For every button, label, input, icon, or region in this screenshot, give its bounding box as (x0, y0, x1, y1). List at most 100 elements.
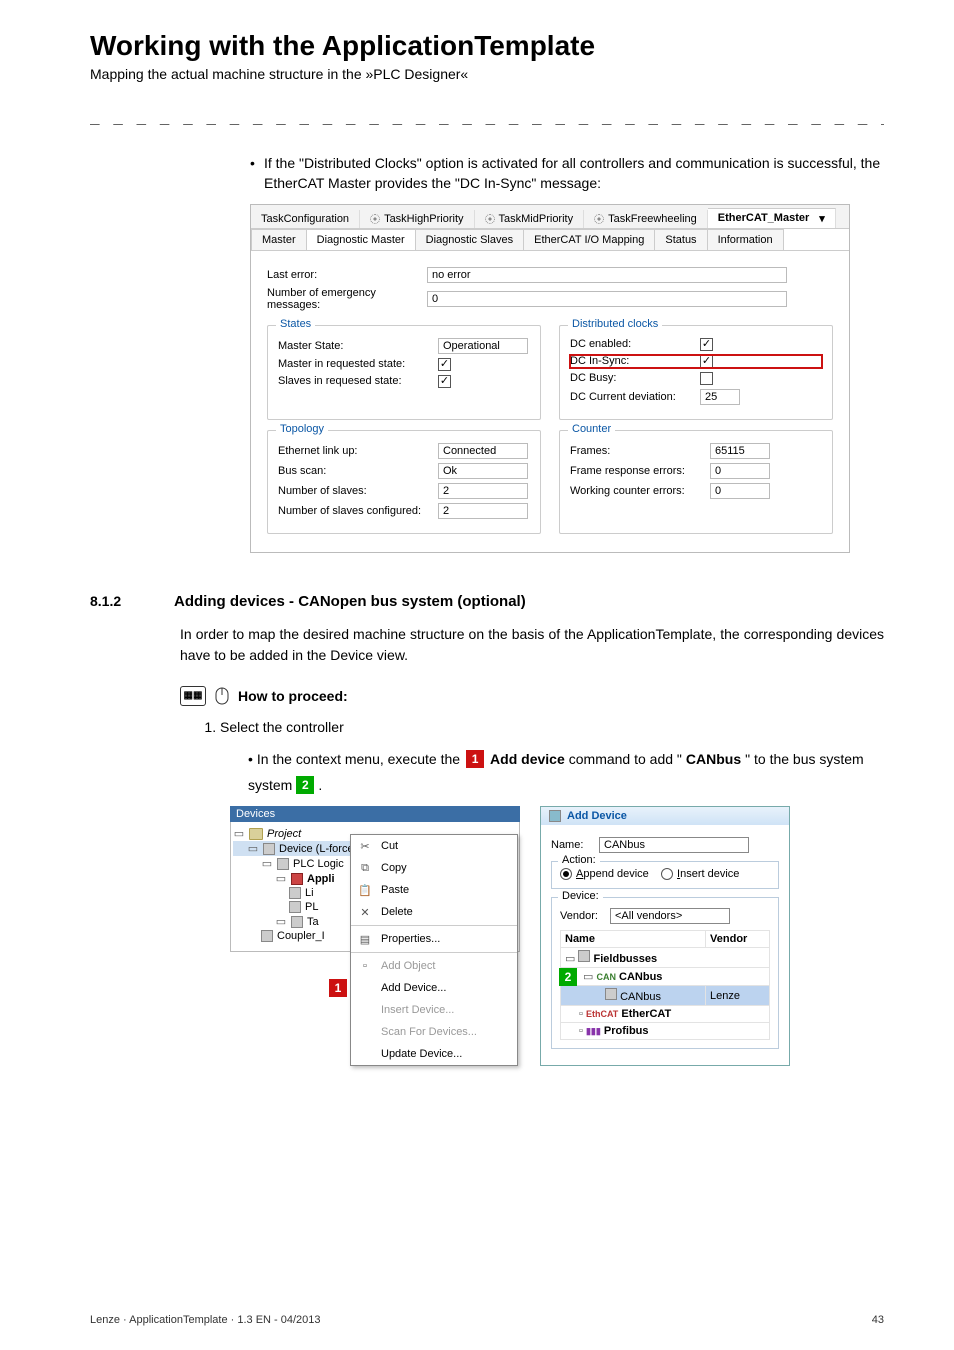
working-counter-errors-value: 0 (710, 483, 770, 499)
gear-icon (594, 214, 604, 224)
page-title: Working with the ApplicationTemplate (90, 30, 884, 62)
menu-add-object: ▫Add Object (351, 955, 517, 977)
footer-left: Lenze · ApplicationTemplate · 1.3 EN - 0… (90, 1314, 321, 1326)
bullet-dc-insync: •If the "Distributed Clocks" option is a… (250, 153, 884, 194)
counter-legend: Counter (568, 423, 615, 435)
tab-taskmidpriority[interactable]: TaskMidPriority (475, 210, 585, 228)
device-icon (263, 843, 275, 855)
separator: _ _ _ _ _ _ _ _ _ _ _ _ _ _ _ _ _ _ _ _ … (90, 106, 884, 125)
subtab-diagnostic-master[interactable]: Diagnostic Master (306, 229, 416, 250)
top-tabstrip: TaskConfiguration TaskHighPriority TaskM… (251, 205, 849, 229)
subtab-master[interactable]: Master (251, 229, 307, 250)
last-error-label: Last error: (267, 269, 427, 281)
period: . (318, 777, 322, 793)
pl-icon (289, 901, 301, 913)
subtab-status[interactable]: Status (654, 229, 707, 250)
tab-taskhighpriority[interactable]: TaskHighPriority (360, 210, 474, 228)
append-device-radio[interactable]: AAppend deviceppend device (560, 868, 649, 880)
slaves-requested-checkbox[interactable] (438, 375, 451, 388)
tree-coupler[interactable]: Coupler_I (277, 930, 325, 942)
vendor-select[interactable]: <All vendors> (610, 908, 730, 924)
dc-deviation-value: 25 (700, 389, 740, 405)
last-error-value: no error (427, 267, 787, 283)
subtab-information[interactable]: Information (707, 229, 784, 250)
callout-2-icon: 2 (296, 776, 314, 794)
tree-ethercat[interactable]: EtherCAT (621, 1008, 671, 1020)
callout-2-marker: 2 (559, 968, 577, 986)
device-legend: Device: (558, 890, 603, 902)
section-heading: Adding devices - CANopen bus system (opt… (174, 593, 526, 610)
menu-update-device[interactable]: Update Device... (351, 1043, 517, 1065)
properties-icon: ▤ (357, 931, 373, 947)
menu-add-device[interactable]: 1 Add Device... (351, 977, 517, 999)
tree-canbus-item[interactable]: CANbus (620, 991, 661, 1003)
master-requested-checkbox[interactable] (438, 358, 451, 371)
emergency-messages-label: Number of emergency messages: (267, 287, 427, 311)
ethernet-link-label: Ethernet link up: (278, 445, 438, 457)
tab-taskfreewheeling[interactable]: TaskFreewheeling (584, 210, 708, 228)
frame-response-errors-value: 0 (710, 463, 770, 479)
system-text: system (248, 777, 292, 793)
menu-paste[interactable]: 📋Paste (351, 879, 517, 901)
dc-busy-checkbox[interactable] (700, 372, 713, 385)
dc-legend: Distributed clocks (568, 318, 662, 330)
vendor-label: Vendor: (560, 910, 610, 922)
name-input[interactable]: CANbus (599, 837, 749, 853)
dc-insync-checkbox[interactable] (700, 355, 713, 368)
device-group: Device: Vendor:<All vendors> NameVendor … (551, 897, 779, 1049)
ethercat-diagnostic-screenshot: TaskConfiguration TaskHighPriority TaskM… (250, 204, 850, 553)
num-slaves-configured-value: 2 (438, 503, 528, 519)
callout-1-marker: 1 (329, 979, 347, 997)
tree-fieldbusses[interactable]: Fieldbusses (594, 953, 658, 965)
fieldbusses-icon (578, 950, 590, 962)
topology-legend: Topology (276, 423, 328, 435)
menu-cut[interactable]: ✂Cut (351, 835, 517, 857)
frames-label: Frames: (570, 445, 710, 457)
states-group: States Master State:Operational Master i… (267, 325, 541, 420)
frame-response-errors-label: Frame response errors: (570, 465, 710, 477)
plc-icon (277, 858, 289, 870)
col-name[interactable]: Name (561, 931, 706, 948)
dc-insync-label: DC In-Sync: (570, 355, 700, 367)
coupler-icon (261, 930, 273, 942)
subtab-diagnostic-slaves[interactable]: Diagnostic Slaves (415, 229, 524, 250)
page-number: 43 (872, 1314, 884, 1326)
tree-project[interactable]: Project (267, 828, 301, 840)
lib-icon (289, 887, 301, 899)
dc-enabled-checkbox[interactable] (700, 338, 713, 351)
col-vendor[interactable]: Vendor (706, 931, 770, 948)
tree-task[interactable]: Ta (307, 916, 319, 928)
emergency-messages-value: 0 (427, 291, 787, 307)
subtab-ethercat-io-mapping[interactable]: EtherCAT I/O Mapping (523, 229, 655, 250)
tab-dropdown-icon[interactable]: ▾ (819, 212, 825, 225)
menu-copy[interactable]: ⧉Copy (351, 857, 517, 879)
tree-profibus[interactable]: Profibus (604, 1025, 649, 1037)
page-subtitle: Mapping the actual machine structure in … (90, 66, 884, 82)
menu-delete[interactable]: ✕Delete (351, 901, 517, 923)
dc-enabled-label: DC enabled: (570, 338, 700, 350)
tree-plc-logic[interactable]: PLC Logic (293, 858, 344, 870)
master-state-value: Operational (438, 338, 528, 354)
cut-icon: ✂ (357, 838, 373, 854)
device-table[interactable]: NameVendor ▭ Fieldbusses 2 ▭ CAN CANbus … (560, 930, 770, 1040)
tree-lib[interactable]: Li (305, 887, 314, 899)
bus-scan-label: Bus scan: (278, 465, 438, 477)
states-legend: States (276, 318, 315, 330)
project-icon (249, 828, 263, 840)
tab-ethercat-master[interactable]: EtherCAT_Master▾ (708, 208, 836, 228)
tree-pl[interactable]: PL (305, 901, 318, 913)
step-1: Select the controller (220, 716, 884, 738)
tree-application[interactable]: Appli (307, 873, 335, 885)
insert-device-radio[interactable]: Insert device (661, 868, 739, 880)
application-icon (291, 873, 303, 885)
menu-properties[interactable]: ▤Properties... (351, 928, 517, 950)
ethernet-link-value: Connected (438, 443, 528, 459)
distributed-clocks-group: Distributed clocks DC enabled: DC In-Syn… (559, 325, 833, 420)
paste-icon: 📋 (357, 882, 373, 898)
add-device-title: Add Device (541, 807, 789, 825)
num-slaves-label: Number of slaves: (278, 485, 438, 497)
context-menu: ✂Cut ⧉Copy 📋Paste ✕Delete ▤Properties...… (350, 834, 518, 1066)
tree-canbus-group[interactable]: CANbus (619, 971, 662, 983)
tab-taskconfiguration[interactable]: TaskConfiguration (251, 210, 360, 228)
delete-icon: ✕ (357, 904, 373, 920)
